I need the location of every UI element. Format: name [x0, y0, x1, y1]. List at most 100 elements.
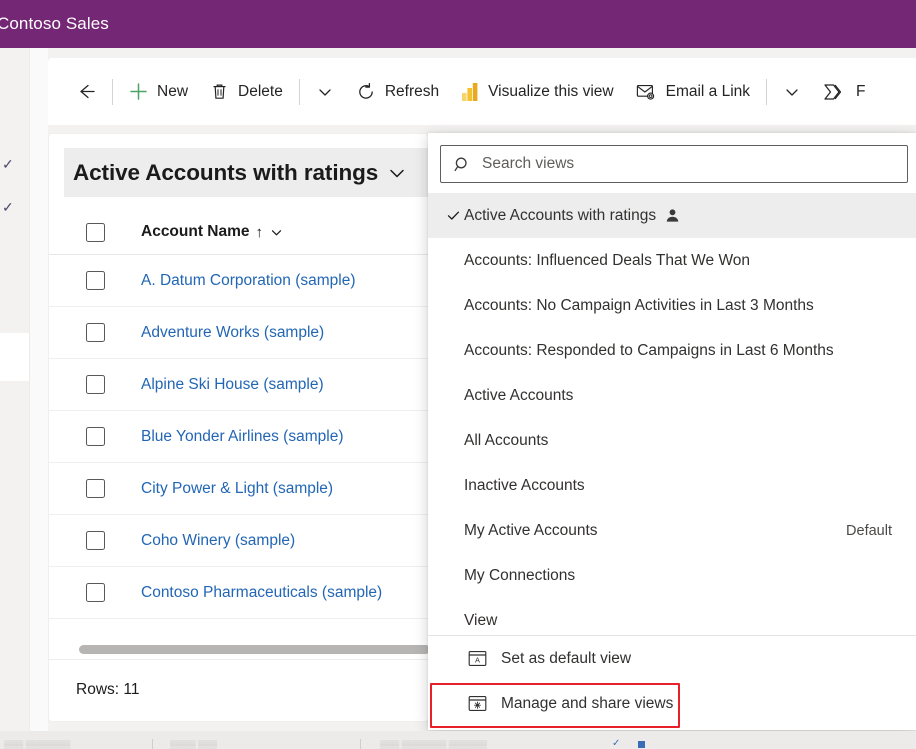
- account-name-link[interactable]: Blue Yonder Airlines (sample): [141, 428, 343, 446]
- trash-icon: [210, 82, 229, 101]
- row-checkbox[interactable]: [49, 323, 141, 342]
- email-a-link-button[interactable]: Email a Link: [625, 70, 761, 114]
- table-row[interactable]: Alpine Ski House (sample): [49, 359, 429, 411]
- view-item-label: All Accounts: [464, 432, 548, 450]
- checkbox-icon: [86, 323, 105, 342]
- app-title: Contoso Sales: [0, 14, 109, 34]
- view-selector[interactable]: Active Accounts with ratings: [64, 148, 429, 197]
- visualize-this-view-button[interactable]: Visualize this view: [450, 70, 625, 114]
- account-name-link[interactable]: City Power & Light (sample): [141, 480, 333, 498]
- back-button[interactable]: [64, 70, 107, 114]
- view-item-label: View: [464, 612, 497, 630]
- set-as-default-view-action[interactable]: A Set as default view: [428, 636, 916, 681]
- bar-chart-icon: [461, 82, 479, 102]
- row-checkbox[interactable]: [49, 479, 141, 498]
- accounts-grid-card: Active Accounts with ratings Account Nam…: [48, 133, 429, 722]
- table-row[interactable]: Contoso Pharmaceuticals (sample): [49, 567, 429, 619]
- table-row[interactable]: Coho Winery (sample): [49, 515, 429, 567]
- command-separator-2: [299, 79, 300, 105]
- delete-button[interactable]: Delete: [199, 70, 294, 114]
- command-separator-1: [112, 79, 113, 105]
- search-views-wrapper: [440, 145, 908, 183]
- account-name-link[interactable]: A. Datum Corporation (sample): [141, 272, 356, 290]
- arrow-left-icon: [75, 81, 96, 102]
- account-name-link[interactable]: Adventure Works (sample): [141, 324, 324, 342]
- view-item-my-active-accounts[interactable]: My Active Accounts Default: [428, 508, 916, 553]
- search-views-box[interactable]: [440, 145, 908, 183]
- table-row[interactable]: Adventure Works (sample): [49, 307, 429, 359]
- search-input[interactable]: [482, 155, 907, 173]
- overflow-chevron-1[interactable]: [305, 70, 345, 114]
- scrollbar-thumb[interactable]: [79, 645, 429, 654]
- overflow-chevron-2[interactable]: [772, 70, 812, 114]
- window-letter-a-icon: A: [468, 650, 487, 667]
- grid-header-row: Account Name ↑: [49, 210, 429, 255]
- manage-and-share-views-action[interactable]: Manage and share views: [428, 681, 916, 726]
- app-root: Contoso Sales ✓ ✓ New: [0, 0, 916, 749]
- window-gear-icon: [468, 695, 487, 712]
- bottom-strip-separator-1: [152, 739, 153, 749]
- search-icon: [454, 156, 471, 173]
- views-list: Active Accounts with ratings Accounts: I…: [428, 193, 916, 643]
- view-item-label: Accounts: Influenced Deals That We Won: [464, 252, 750, 270]
- new-button[interactable]: New: [118, 70, 199, 114]
- rail-check-icon-1: ✓: [2, 158, 18, 170]
- checkbox-icon: [86, 479, 105, 498]
- rail-selected-indicator: [0, 333, 29, 381]
- view-item-inactive-accounts[interactable]: Inactive Accounts: [428, 463, 916, 508]
- row-checkbox[interactable]: [49, 271, 141, 290]
- command-separator-3: [766, 79, 767, 105]
- view-item-label: Accounts: Responded to Campaigns in Last…: [464, 342, 834, 360]
- bottom-strip-text-2: ▒▒▒▒ ▒▒▒: [170, 740, 217, 749]
- view-item-active-accounts[interactable]: Active Accounts: [428, 373, 916, 418]
- view-item-influenced-deals[interactable]: Accounts: Influenced Deals That We Won: [428, 238, 916, 283]
- bottom-strip-marker-icon: [638, 741, 645, 748]
- flow-icon: [823, 82, 847, 102]
- view-item-my-connections[interactable]: My Connections: [428, 553, 916, 598]
- column-header-label: Account Name: [141, 223, 250, 241]
- delete-button-label: Delete: [238, 83, 283, 101]
- check-icon: [446, 208, 464, 223]
- column-header-account-name[interactable]: Account Name ↑: [141, 223, 284, 241]
- row-checkbox[interactable]: [49, 583, 141, 602]
- checkbox-icon: [86, 531, 105, 550]
- bottom-strip-check-icon: ✓: [612, 738, 620, 749]
- account-name-link[interactable]: Coho Winery (sample): [141, 532, 295, 550]
- left-navigation-rail[interactable]: ✓ ✓: [0, 48, 30, 749]
- bottom-page-strip: ▒▒▒ ▒▒▒▒▒▒▒ ▒▒▒▒ ▒▒▒ ▒▒▒ ▒▒▒▒▒▒▒ ▒▒▒▒▒▒ …: [0, 731, 916, 749]
- view-item-label: My Connections: [464, 567, 575, 585]
- chevron-down-icon: [316, 83, 334, 101]
- envelope-link-icon: [636, 82, 657, 101]
- flow-button[interactable]: F: [812, 70, 876, 114]
- svg-text:A: A: [475, 656, 480, 665]
- view-item-label: Inactive Accounts: [464, 477, 585, 495]
- checkbox-icon: [86, 583, 105, 602]
- row-checkbox[interactable]: [49, 375, 141, 394]
- select-all-checkbox[interactable]: [49, 223, 141, 242]
- horizontal-scrollbar[interactable]: [49, 640, 429, 660]
- table-row[interactable]: City Power & Light (sample): [49, 463, 429, 515]
- checkbox-icon: [86, 375, 105, 394]
- row-checkbox[interactable]: [49, 531, 141, 550]
- view-item-active-accounts-with-ratings[interactable]: Active Accounts with ratings: [428, 193, 916, 238]
- view-item-no-campaign-activities[interactable]: Accounts: No Campaign Activities in Last…: [428, 283, 916, 328]
- rail-check-icon-2: ✓: [2, 201, 18, 213]
- app-header: Contoso Sales: [0, 0, 916, 48]
- content-gutter: [30, 48, 48, 749]
- view-selector-title: Active Accounts with ratings: [73, 160, 378, 186]
- checkbox-icon: [86, 271, 105, 290]
- account-name-link[interactable]: Contoso Pharmaceuticals (sample): [141, 584, 382, 602]
- table-row[interactable]: A. Datum Corporation (sample): [49, 255, 429, 307]
- view-item-all-accounts[interactable]: All Accounts: [428, 418, 916, 463]
- refresh-button[interactable]: Refresh: [345, 70, 450, 114]
- views-flyout-panel: Active Accounts with ratings Accounts: I…: [428, 133, 916, 730]
- row-checkbox[interactable]: [49, 427, 141, 446]
- manage-and-share-views-label: Manage and share views: [501, 695, 673, 713]
- view-item-responded-to-campaigns[interactable]: Accounts: Responded to Campaigns in Last…: [428, 328, 916, 373]
- table-row[interactable]: Blue Yonder Airlines (sample): [49, 411, 429, 463]
- chevron-down-icon[interactable]: [269, 225, 284, 240]
- account-name-link[interactable]: Alpine Ski House (sample): [141, 376, 324, 394]
- view-item-label: Accounts: No Campaign Activities in Last…: [464, 297, 814, 315]
- default-badge: Default: [846, 523, 892, 539]
- chevron-down-icon[interactable]: [386, 162, 408, 184]
